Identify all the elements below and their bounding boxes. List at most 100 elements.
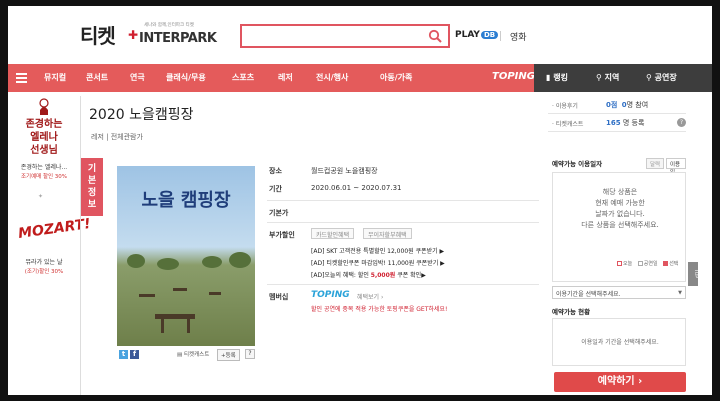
promo-3-prefix: [AD]오늘의 혜택: 할인 xyxy=(311,272,371,279)
nav-item-sports[interactable]: 스포츠 xyxy=(232,72,254,83)
today-swatch xyxy=(617,261,622,266)
promo-1-prefix: [AD] SKT 고객전용 특별할인 xyxy=(311,248,388,255)
venue-pin-icon: ⚲ xyxy=(646,73,652,82)
cast-icon: ▤ xyxy=(177,352,183,358)
twitter-icon[interactable]: t xyxy=(119,350,128,359)
period-select[interactable]: 이용기간을 선택해주세요. ▼ xyxy=(552,286,686,299)
movie-link[interactable]: 영화 xyxy=(510,30,527,43)
nav-item-concert[interactable]: 콘서트 xyxy=(86,72,108,83)
nav-region[interactable]: ⚲ 지역 xyxy=(596,72,619,83)
nav-item-musical[interactable]: 뮤지컬 xyxy=(44,72,66,83)
chevron-down-icon: ▼ xyxy=(678,290,682,296)
toggle-calendar[interactable]: 달력 xyxy=(646,158,665,169)
nav-ranking[interactable]: ▮ 랭킹 xyxy=(546,72,568,83)
product-poster: 노을 캠핑장 xyxy=(117,166,255,346)
picnic-table-shape xyxy=(139,294,155,297)
scroll-top-button[interactable]: TOP xyxy=(688,262,698,286)
legend-selected: 선택 xyxy=(669,261,679,267)
nav-item-exhibition[interactable]: 전시/행사 xyxy=(316,72,348,83)
search-icon[interactable] xyxy=(428,29,442,43)
ad-elena-title-1: 존경하는 xyxy=(25,119,63,130)
nav-region-label: 지역 xyxy=(604,73,620,82)
divider xyxy=(267,200,539,201)
ad-elena-discount: 조기예매 할인 30% xyxy=(20,174,68,180)
place-value[interactable]: 월드컵공원 노을캠핑장 xyxy=(311,166,378,176)
place-label: 장소 xyxy=(269,167,282,175)
ticket-cast-label: 티켓캐스트 xyxy=(183,352,210,358)
ad-elena-title: 존경하는 엘레나 선생님 xyxy=(8,118,80,157)
divider xyxy=(267,284,539,285)
nav-venue-label: 공연장 xyxy=(654,73,677,82)
logo-tagline: 세나와 함께,인터파크 티켓 xyxy=(144,23,194,28)
header-divider xyxy=(500,31,501,41)
ticket-logo[interactable]: 티켓 xyxy=(80,20,116,49)
picnic-table-leg xyxy=(187,319,190,333)
nav-item-play[interactable]: 연극 xyxy=(130,72,145,83)
tree-shape xyxy=(202,256,222,268)
browser-frame: 티켓 세나와 함께,인터파크 티켓 ✚ INTERPARK PLAY DB 영화 … xyxy=(8,6,712,395)
nav-venue[interactable]: ⚲ 공연장 xyxy=(646,72,677,83)
period-select-value: 이용기간을 선택해주세요. xyxy=(556,291,621,298)
menu-icon[interactable] xyxy=(8,64,34,92)
facebook-icon[interactable]: f xyxy=(130,350,139,359)
side-ad-mozart[interactable]: ✦ MOZART! 뮤라가 있는 날 (조기)할인 30% xyxy=(8,191,91,281)
ticketcast-label: · 티켓캐스트 xyxy=(552,121,584,128)
price-label: 기본가 xyxy=(269,209,289,217)
ticketcast-value: 165 명 등록 xyxy=(606,118,644,128)
reviews-score: 0점 xyxy=(606,101,618,109)
ad-mozart-caption: 뮤라가 있는 날 xyxy=(25,259,63,266)
ticketcast-stats[interactable]: · 티켓캐스트 165 명 등록 ? xyxy=(548,114,686,132)
installment-dropdown[interactable]: 무이자할부혜택 xyxy=(363,228,412,239)
ticket-cast-button[interactable]: ▤ 티켓캐스트 xyxy=(177,350,209,358)
promo-link-skt[interactable]: [AD] SKT 고객전용 특별할인 12,000원 쿠폰받기 ▶ xyxy=(311,246,444,255)
membership-label: 멤버십 xyxy=(269,293,289,301)
nav-item-family[interactable]: 아동/가족 xyxy=(380,72,412,83)
playdb-link[interactable]: PLAY DB xyxy=(455,30,499,40)
calendar-message-3: 날짜가 없습니다. xyxy=(595,210,645,218)
playdb-badge: DB xyxy=(480,31,499,39)
status-section-title: 예약가능 현황 xyxy=(552,308,591,316)
tab-basic-info-label: 기본정보 xyxy=(87,164,97,210)
calendar-message-2: 현재 예매 가능한 xyxy=(595,199,645,207)
show-day-swatch xyxy=(637,261,643,266)
promo-link-today[interactable]: [AD]오늘의 혜택: 할인 5,000원 쿠폰 확인▶ xyxy=(311,270,426,279)
poster-title: 노을 캠핑장 xyxy=(141,190,231,211)
review-stats[interactable]: · 이용후기 0점 0명 참여 xyxy=(548,96,686,114)
ad-mozart-ornament-icon: ✦ xyxy=(38,193,44,200)
ranking-icon: ▮ xyxy=(546,73,551,82)
logo-brand-text: INTERPARK xyxy=(139,31,217,46)
benefit-label: 부가할인 xyxy=(269,231,295,239)
ornament-icon xyxy=(39,98,49,115)
divider xyxy=(267,222,539,223)
help-icon[interactable]: ? xyxy=(677,118,686,127)
nav-item-leisure[interactable]: 레저 xyxy=(278,72,293,83)
poster-actions: t f ▤ 티켓캐스트 +등록 ? xyxy=(117,348,255,362)
side-ad-elena[interactable]: 존경하는 엘레나 선생님 존경하는 엘레나... 조기예매 할인 30% xyxy=(8,96,80,191)
nav-item-classic[interactable]: 클래식/무용 xyxy=(166,72,206,83)
nav-toping-link[interactable]: TOPING xyxy=(492,71,535,82)
tab-basic-info[interactable]: 기본정보 xyxy=(81,158,103,216)
tree-shape xyxy=(229,252,251,268)
main-nav: 뮤지컬 콘서트 연극 클래식/무용 스포츠 레저 전시/행사 아동/가족 TOP… xyxy=(8,64,712,92)
promo-link-coupon[interactable]: [AD] 티켓할인쿠폰 마감임박! 11,000원 쿠폰받기 ▶ xyxy=(311,258,445,267)
breadcrumb: 레저 | 전체관람가 xyxy=(91,133,143,141)
book-button[interactable]: 예약하기 › xyxy=(554,372,686,392)
legend-show-day: 공연일 xyxy=(643,261,658,267)
help-button[interactable]: ? xyxy=(245,349,255,359)
reviews-suffix: 명 참여 xyxy=(626,101,649,109)
ad-elena-caption: 존경하는 엘레나... xyxy=(20,164,68,171)
toggle-date[interactable]: 이용일 xyxy=(666,158,686,176)
card-discount-dropdown[interactable]: 카드할인혜택 xyxy=(311,228,355,239)
register-button[interactable]: +등록 xyxy=(217,349,240,361)
ticketcast-suffix: 명 등록 xyxy=(622,119,645,127)
toping-logo[interactable]: TOPING xyxy=(311,290,350,300)
period-value: 2020.06.01 ~ 2020.07.31 xyxy=(311,184,402,192)
ad-elena-title-2: 엘레나 xyxy=(30,132,58,143)
booking-sidebar: · 이용후기 0점 0명 참여 · 티켓캐스트 165 명 등록 ? 예약가능 … xyxy=(548,96,686,395)
search-input[interactable] xyxy=(240,24,450,48)
toping-benefit-link[interactable]: 혜택보기 › xyxy=(357,292,383,301)
tree-shape xyxy=(157,258,179,270)
ad-elena-title-3: 선생님 xyxy=(30,145,58,156)
calendar-panel[interactable]: 해당 상품은 현재 예매 가능한 날짜가 없습니다. 다른 상품을 선택해주세요… xyxy=(552,172,686,282)
promo-2-amount: 11,000원 xyxy=(387,260,415,267)
